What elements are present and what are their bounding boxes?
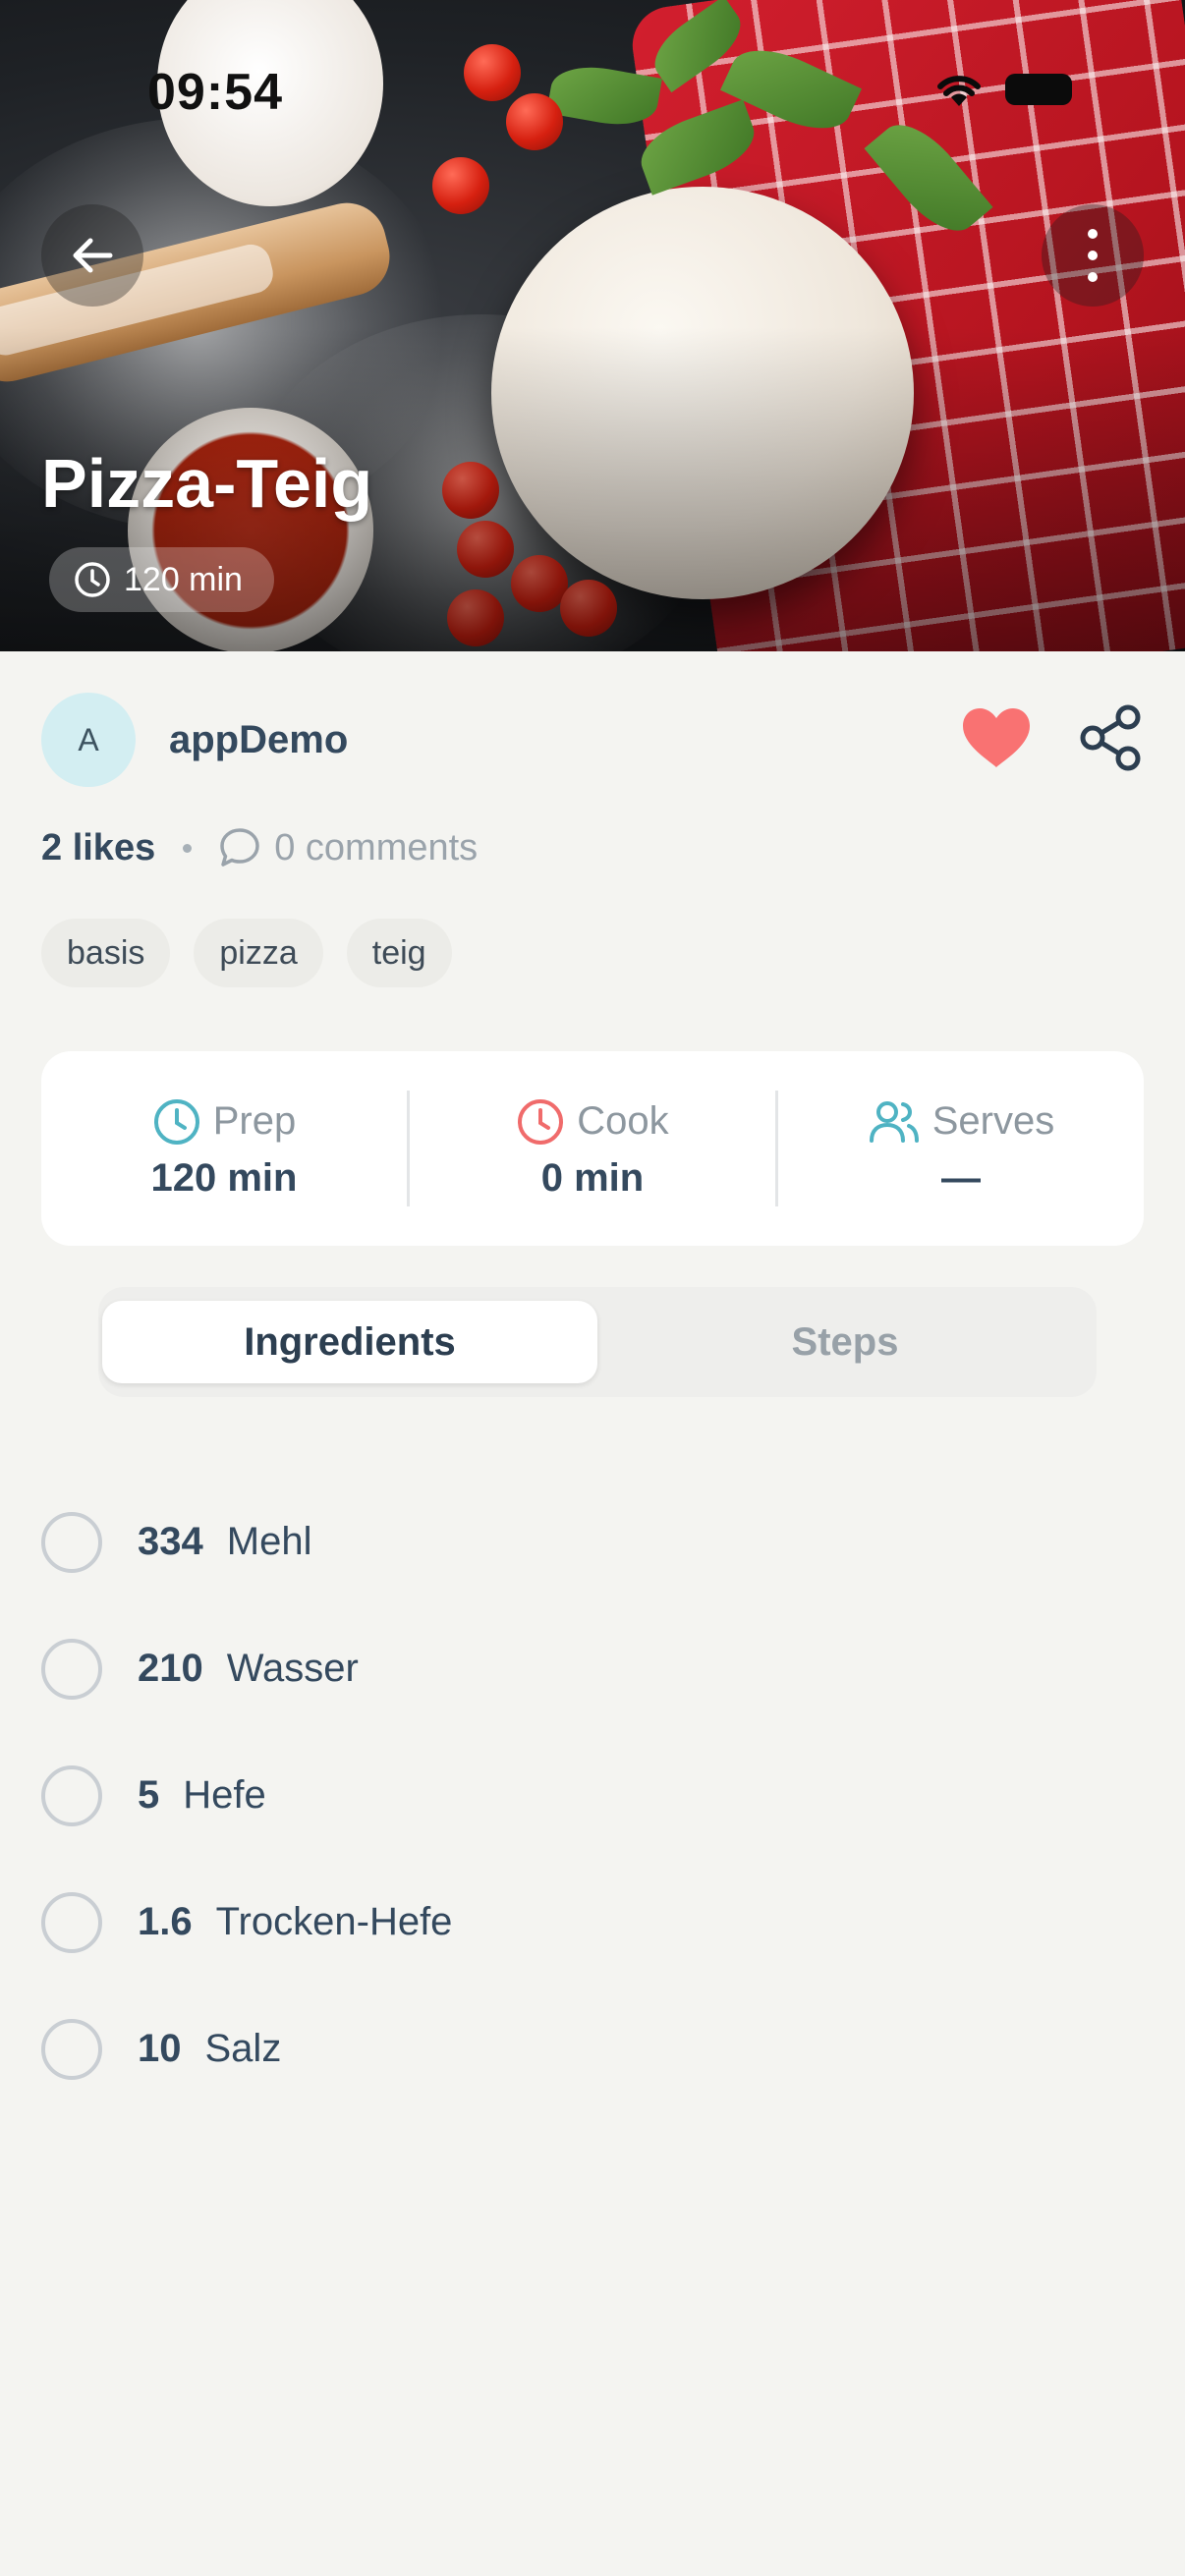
- more-options-button[interactable]: [1042, 204, 1144, 307]
- share-icon: [1080, 704, 1141, 770]
- total-time-label: 120 min: [124, 560, 243, 598]
- back-button[interactable]: [41, 204, 143, 307]
- comments-link[interactable]: 0 comments: [217, 825, 478, 870]
- likes-count[interactable]: 2 likes: [41, 827, 155, 869]
- ingredient-name: Trocken-Hefe: [215, 1900, 453, 1943]
- tag-chip[interactable]: basis: [41, 919, 171, 987]
- author-name[interactable]: appDemo: [169, 718, 348, 762]
- ingredient-name: Mehl: [226, 1520, 312, 1563]
- tag-chip[interactable]: teig: [346, 919, 452, 987]
- ingredient-quantity: 334: [138, 1520, 203, 1563]
- ingredient-quantity: 10: [138, 2027, 182, 2070]
- ingredient-checkbox[interactable]: [41, 2018, 102, 2080]
- comment-icon: [220, 828, 259, 867]
- share-button[interactable]: [1079, 703, 1144, 777]
- ingredient-item[interactable]: 5 Hefe: [41, 1732, 1144, 1859]
- clock-icon: [75, 562, 110, 597]
- prep-label-row: Prep: [152, 1097, 297, 1147]
- clock-icon: [153, 1098, 199, 1145]
- total-time-chip: 120 min: [49, 547, 274, 612]
- cook-time-info: Cook 0 min: [410, 1097, 775, 1201]
- recipe-hero-image: 09:54 Pizza-Teig 120 min: [0, 0, 1185, 651]
- back-arrow-icon: [73, 238, 113, 273]
- cook-label-row: Cook: [516, 1097, 669, 1147]
- ingredient-checkbox[interactable]: [41, 1638, 102, 1700]
- status-time: 09:54: [147, 64, 283, 121]
- wifi-icon: [937, 76, 981, 106]
- tag-chip[interactable]: pizza: [194, 919, 323, 987]
- ingredient-quantity: 1.6: [138, 1900, 193, 1943]
- more-vertical-icon: [1088, 229, 1098, 282]
- recipe-detail-screen: 09:54 Pizza-Teig 120 min A appDemo 2 lik…: [0, 0, 1185, 2576]
- ingredient-name: Wasser: [226, 1647, 359, 1690]
- recipe-title: Pizza-Teig: [41, 445, 373, 522]
- comments-count: 0 comments: [274, 826, 479, 868]
- tag-list: basis pizza teig: [41, 919, 452, 987]
- tab-steps[interactable]: Steps: [597, 1301, 1093, 1383]
- battery-icon: [1005, 74, 1072, 105]
- serves-value: —: [941, 1155, 981, 1200]
- recipe-tabs: Ingredients Steps: [98, 1287, 1097, 1397]
- author-actions: [959, 703, 1144, 777]
- ingredient-checkbox[interactable]: [41, 1764, 102, 1826]
- tomato-decoration: [432, 157, 489, 214]
- prep-label: Prep: [212, 1099, 297, 1143]
- ingredient-name: Hefe: [183, 1773, 266, 1817]
- ingredient-item[interactable]: 10 Salz: [41, 1986, 1144, 2112]
- ingredient-name: Salz: [204, 2027, 282, 2070]
- tomato-decoration: [506, 93, 563, 150]
- like-button[interactable]: [959, 704, 1034, 776]
- ingredient-item[interactable]: 210 Wasser: [41, 1605, 1144, 1732]
- cook-label: Cook: [577, 1099, 669, 1143]
- serves-label-row: Serves: [868, 1097, 1055, 1147]
- ingredient-quantity: 5: [138, 1773, 160, 1817]
- prep-value: 120 min: [150, 1155, 298, 1200]
- recipe-info-card: Prep 120 min Cook 0 min Serves —: [41, 1051, 1144, 1246]
- heart-icon: [963, 707, 1030, 767]
- users-icon: [869, 1100, 919, 1143]
- ingredients-list: 334 Mehl 210 Wasser 5 Hefe 1.6 Trocken-H…: [41, 1479, 1144, 2112]
- tab-ingredients[interactable]: Ingredients: [102, 1301, 597, 1383]
- cook-value: 0 min: [540, 1155, 645, 1200]
- ingredient-checkbox[interactable]: [41, 1511, 102, 1573]
- ingredient-item[interactable]: 1.6 Trocken-Hefe: [41, 1859, 1144, 1986]
- serves-info: Serves —: [778, 1097, 1144, 1201]
- engagement-stats: 2 likes 0 comments: [41, 825, 478, 870]
- tomato-decoration: [464, 44, 521, 101]
- author-row: A appDemo: [41, 693, 1144, 787]
- ingredient-quantity: 210: [138, 1647, 203, 1690]
- avatar[interactable]: A: [41, 693, 136, 787]
- ingredient-item[interactable]: 334 Mehl: [41, 1479, 1144, 1605]
- ingredient-checkbox[interactable]: [41, 1891, 102, 1953]
- status-icons: [934, 71, 1072, 108]
- clock-icon: [518, 1098, 564, 1145]
- separator-dot: [183, 843, 193, 853]
- serves-label: Serves: [931, 1099, 1055, 1143]
- prep-time-info: Prep 120 min: [41, 1097, 407, 1201]
